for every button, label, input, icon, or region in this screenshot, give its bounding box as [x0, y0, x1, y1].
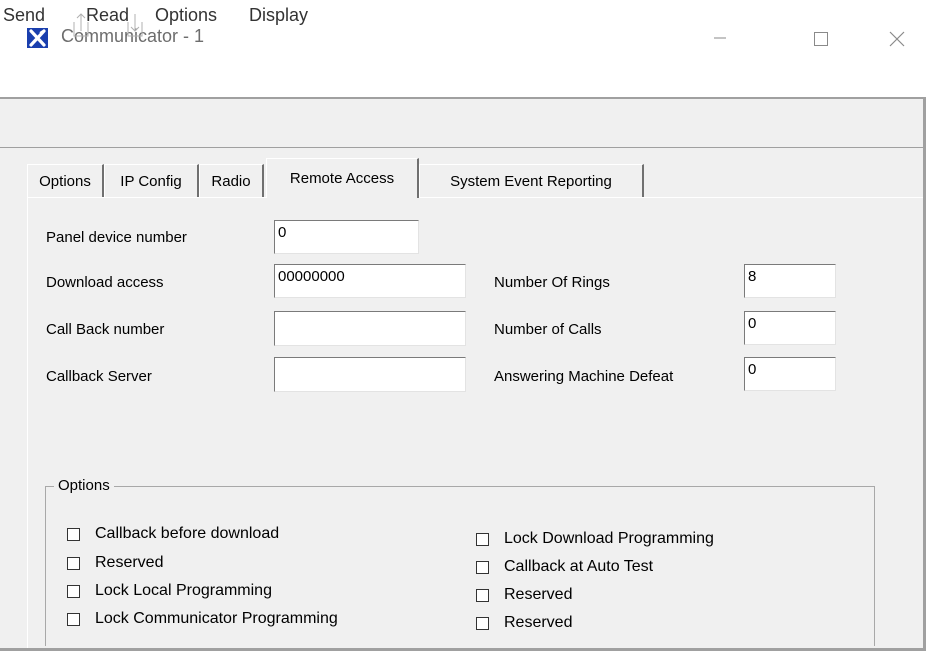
callback-server-input[interactable] [274, 357, 466, 392]
tab-system-event-reporting[interactable]: System Event Reporting [419, 164, 644, 197]
options-group-title: Options [54, 477, 114, 494]
tab-radio[interactable]: Radio [199, 164, 264, 197]
checkbox-reserved-2[interactable] [476, 589, 489, 602]
app-logo-icon [27, 28, 48, 48]
download-access-input[interactable]: 00000000 [274, 264, 466, 298]
minimize-button[interactable] [697, 18, 743, 58]
checkbox-label: Lock Communicator Programming [95, 610, 338, 627]
download-icon [127, 14, 143, 37]
call-back-number-input[interactable] [274, 311, 466, 346]
checkbox-label: Reserved [95, 554, 164, 571]
send-toolbar-button[interactable] [66, 10, 94, 40]
receive-toolbar-button[interactable] [120, 10, 148, 40]
call-back-number-label: Call Back number [46, 321, 165, 338]
checkbox-lock-download-programming[interactable] [476, 533, 489, 546]
maximize-button[interactable] [797, 18, 843, 58]
menu-send[interactable]: Send [3, 5, 45, 26]
maximize-icon [814, 32, 828, 46]
checkbox-label: Reserved [504, 586, 573, 603]
checkbox-reserved-3[interactable] [476, 617, 489, 630]
menu-options[interactable]: Options [155, 5, 217, 26]
number-of-calls-input[interactable]: 0 [744, 311, 836, 345]
checkbox-lock-local-programming[interactable] [67, 585, 80, 598]
checkbox-label: Callback at Auto Test [504, 558, 654, 575]
close-button[interactable] [873, 18, 919, 58]
checkbox-callback-at-auto-test[interactable] [476, 561, 489, 574]
callback-server-label: Callback Server [46, 368, 152, 385]
number-of-calls-label: Number of Calls [494, 321, 602, 338]
menu-bar [0, 66, 926, 98]
panel-device-number-input[interactable]: 0 [274, 220, 419, 254]
answering-machine-defeat-input[interactable]: 0 [744, 357, 836, 391]
checkbox-label: Callback before download [95, 525, 280, 542]
checkbox-label: Reserved [504, 614, 573, 631]
checkbox-callback-before-download[interactable] [67, 528, 80, 541]
checkbox-label: Lock Local Programming [95, 582, 272, 599]
answering-machine-defeat-label: Answering Machine Defeat [494, 368, 674, 385]
menu-display[interactable]: Display [249, 5, 308, 26]
upload-icon [73, 13, 89, 37]
tab-remote-access[interactable]: Remote Access [266, 158, 419, 198]
panel-device-number-label: Panel device number [46, 229, 187, 246]
tab-options[interactable]: Options [27, 164, 104, 197]
download-access-label: Download access [46, 274, 164, 291]
tab-ip-config[interactable]: IP Config [104, 164, 199, 197]
toolbar [0, 99, 926, 148]
checkbox-lock-communicator-programming[interactable] [67, 613, 80, 626]
checkbox-reserved-1[interactable] [67, 557, 80, 570]
close-icon [889, 31, 905, 47]
number-of-rings-input[interactable]: 8 [744, 264, 836, 298]
checkbox-label: Lock Download Programming [504, 530, 714, 547]
number-of-rings-label: Number Of Rings [494, 274, 610, 291]
minimize-icon [714, 37, 726, 39]
